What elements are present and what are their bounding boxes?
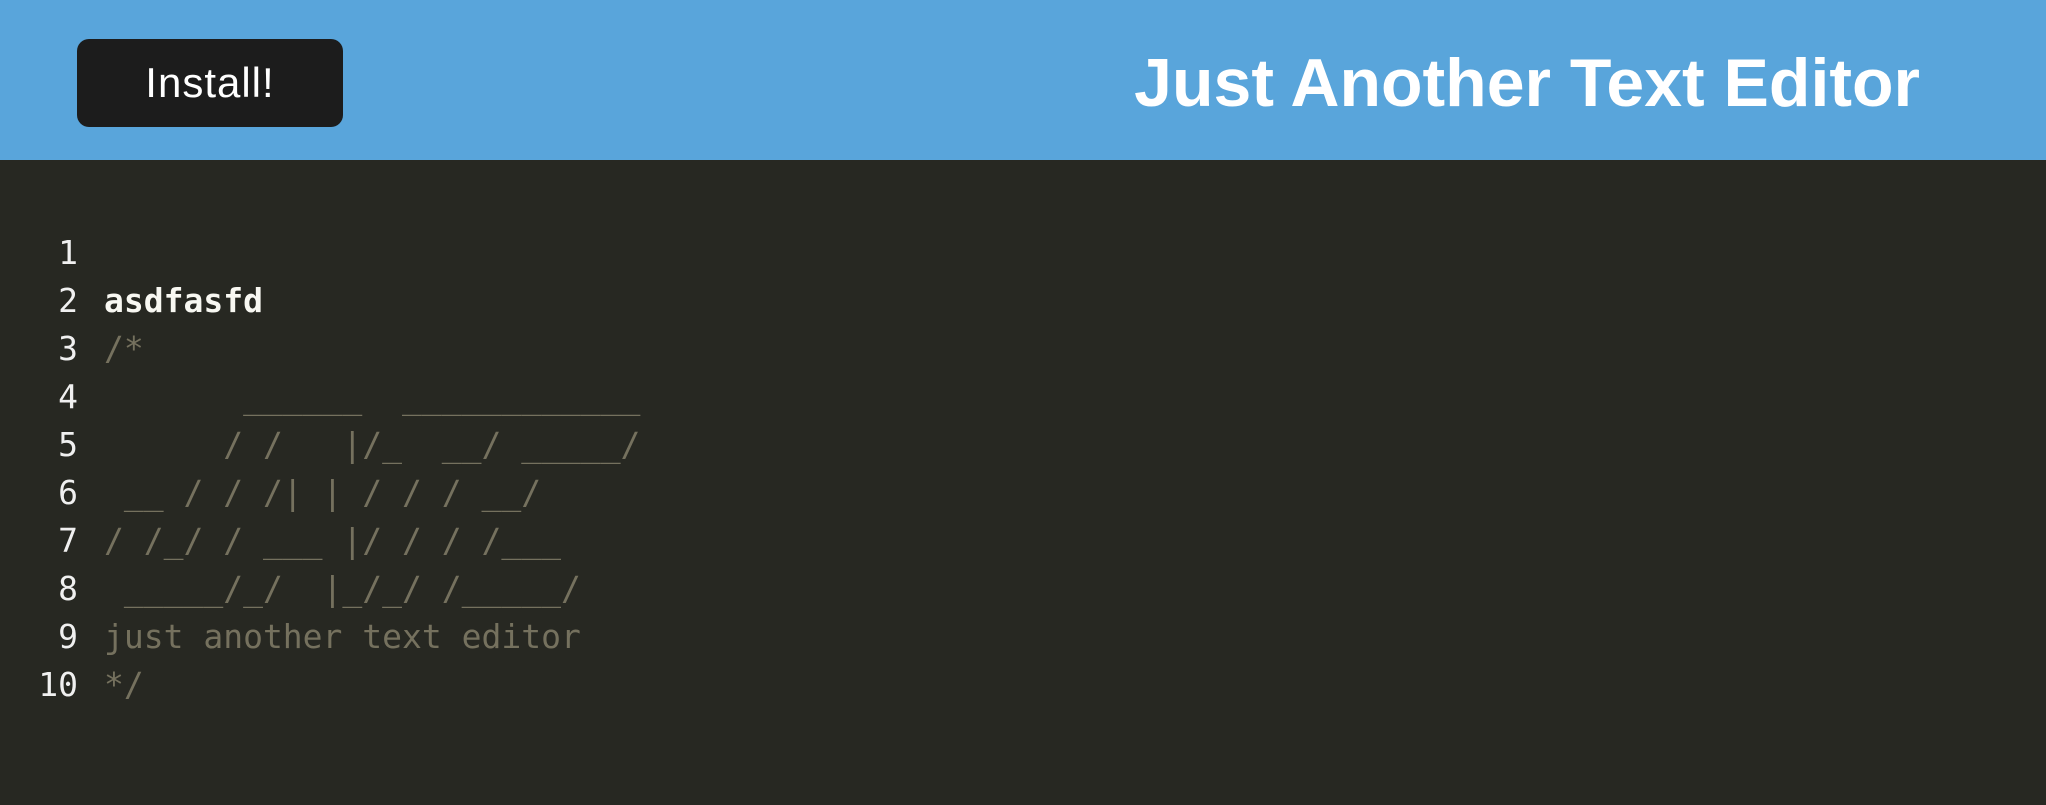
code-line[interactable]: 1 asdfasfd xyxy=(0,181,2046,320)
line-number: 10 xyxy=(38,665,78,704)
code-line[interactable]: 10 xyxy=(0,613,2046,704)
app-title: Just Another Text Editor xyxy=(1134,45,1920,121)
code-line[interactable]: 2 /* xyxy=(0,229,2046,368)
code-line[interactable]: 3 ______ ____________ xyxy=(0,277,2046,416)
code-line[interactable]: 7 _____/_/ |_/_/ /_____/ xyxy=(0,469,2046,608)
code-line[interactable]: 8 just another text editor xyxy=(0,517,2046,656)
comment-text[interactable]: */ xyxy=(104,661,144,709)
code-line[interactable]: 9 */ xyxy=(0,565,2046,704)
code-editor[interactable]: 1 asdfasfd 2 /* 3 ______ ____________ 4 … xyxy=(0,160,2046,752)
code-line[interactable]: 4 / / |/_ __/ _____/ xyxy=(0,325,2046,464)
app-header: Install! Just Another Text Editor xyxy=(0,0,2046,160)
code-line[interactable]: 6 / /_/ / ___ |/ / / /___ xyxy=(0,421,2046,560)
install-button[interactable]: Install! xyxy=(77,39,343,127)
code-line[interactable]: 5 __ / / /| | / / / __/ xyxy=(0,373,2046,512)
